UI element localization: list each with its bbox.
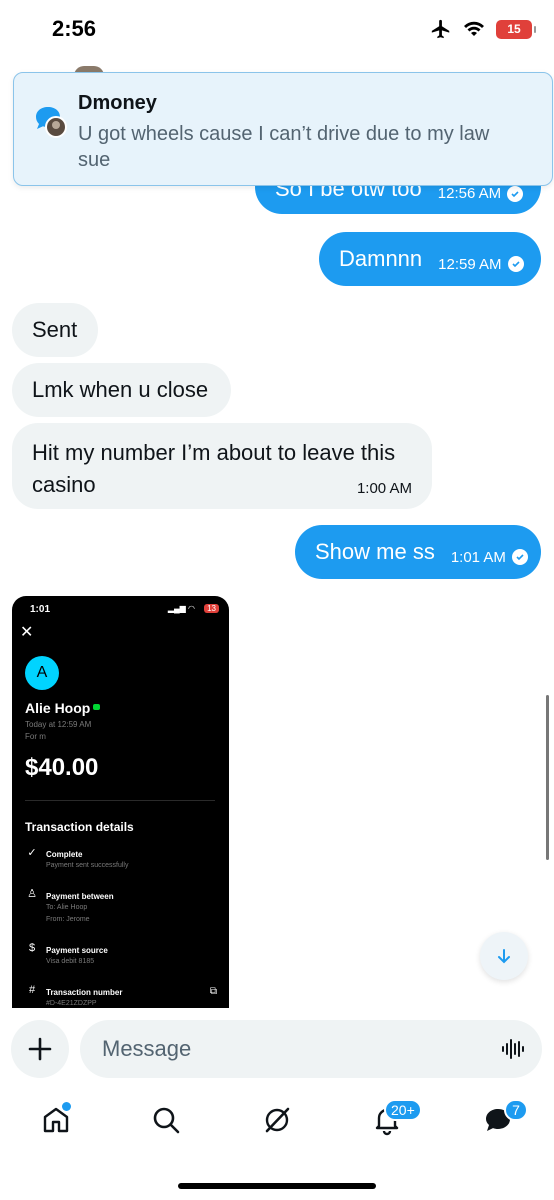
shot-section-title: Transaction details <box>25 820 134 834</box>
home-unread-dot <box>62 1102 71 1111</box>
shot-txn-label: Transaction number <box>46 988 123 997</box>
message-time: 12:56 AM <box>438 185 524 202</box>
message-input[interactable] <box>102 1020 482 1078</box>
messages-badge: 7 <box>504 1099 528 1121</box>
message-text: Show me ss <box>315 539 435 564</box>
shot-to: To: Alie Hoop <box>46 904 88 911</box>
message-time: 1:00 AM <box>356 480 412 497</box>
shot-date: Today at 12:59 AM <box>25 720 92 729</box>
notification-message: U got wheels cause I can’t drive due to … <box>78 123 490 171</box>
message-text: Sent <box>32 317 78 342</box>
shot-divider <box>25 800 215 801</box>
shot-txn-sub: #D-4E21ZDZPP <box>46 1000 97 1007</box>
shot-note: For m <box>25 732 46 741</box>
shot-status-time: 1:01 <box>30 604 51 615</box>
tab-grok[interactable] <box>257 1100 297 1140</box>
shot-status-label: Complete <box>46 850 83 859</box>
attached-screenshot[interactable]: 1:01 ▂▄▆ ◠ 13 ✕ A Alie Hoop Today at 12:… <box>12 596 229 1008</box>
arrow-down-icon <box>498 949 510 964</box>
battery-icon: 15 <box>496 19 536 39</box>
shot-avatar: A <box>25 656 59 690</box>
message-bubble-outgoing[interactable]: Show me ss 1:01 AM <box>295 525 541 579</box>
shot-amount: $40.00 <box>25 754 99 781</box>
shot-close-icon: ✕ <box>20 624 34 641</box>
notifications-badge: 20+ <box>384 1099 422 1121</box>
voice-message-icon[interactable] <box>500 1036 526 1062</box>
search-icon <box>153 1107 180 1134</box>
message-bubble-incoming[interactable]: Lmk when u close <box>12 363 231 417</box>
read-check-icon <box>507 185 524 202</box>
shot-verified-icon <box>93 704 100 710</box>
tab-search[interactable] <box>146 1100 186 1140</box>
tab-home[interactable] <box>36 1100 76 1140</box>
notification-banner[interactable]: Dmoney U got wheels cause I can’t drive … <box>13 72 553 186</box>
message-bubble-incoming[interactable]: Hit my number I’m about to leave this ca… <box>12 423 432 509</box>
grok-icon <box>265 1107 290 1133</box>
shot-battery: 13 <box>204 604 219 613</box>
messages-app-icon <box>36 107 67 138</box>
scroll-to-bottom-button[interactable] <box>480 932 528 980</box>
shot-signal-icon: ▂▄▆ ◠ <box>167 604 195 613</box>
read-check-icon <box>511 549 528 565</box>
add-attachment-button[interactable] <box>11 1020 69 1078</box>
shot-between-label: Payment between <box>46 892 114 901</box>
shot-status-sub: Payment sent successfully <box>46 862 129 869</box>
shot-source-sub: Visa debit 8185 <box>46 958 95 965</box>
message-time: 1:01 AM <box>451 549 528 566</box>
message-bubble-outgoing[interactable]: Damnnn 12:59 AM <box>319 232 541 286</box>
plus-icon <box>28 1037 52 1061</box>
message-time: 12:59 AM <box>438 256 524 273</box>
shot-check-icon: ✓ <box>27 847 37 859</box>
shot-dollar-icon: $ <box>28 942 36 954</box>
shot-recipient-name: Alie Hoop <box>25 700 91 716</box>
home-indicator <box>178 1183 376 1189</box>
shot-source-label: Payment source <box>46 946 108 955</box>
shot-from: From: Jerome <box>46 916 90 923</box>
battery-level: 15 <box>507 22 521 36</box>
status-icons: 15 <box>430 18 536 40</box>
airplane-icon <box>431 19 450 39</box>
notification-sender: Dmoney <box>78 92 157 114</box>
shot-copy-icon: ⧉ <box>209 986 217 997</box>
shot-person-icon: ♙ <box>27 888 37 900</box>
wifi-icon <box>464 21 484 36</box>
shot-hash-icon: # <box>28 984 36 996</box>
read-check-icon <box>507 256 524 272</box>
message-field[interactable] <box>80 1020 542 1078</box>
message-text: Lmk when u close <box>32 377 209 402</box>
scrollbar-thumb[interactable] <box>546 695 549 860</box>
message-bubble-incoming[interactable]: Sent <box>12 303 98 357</box>
message-text: Damnnn <box>339 246 423 271</box>
status-time: 2:56 <box>52 16 97 41</box>
